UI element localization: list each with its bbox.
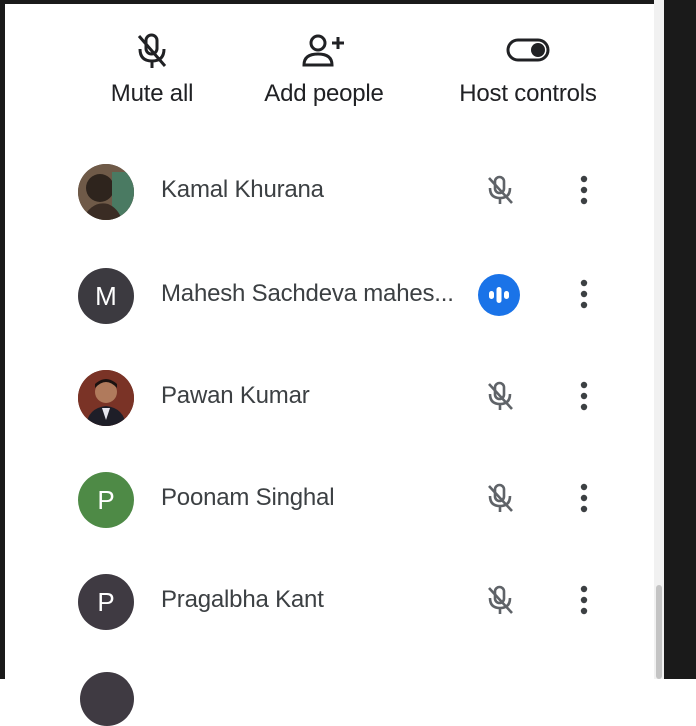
participant-name: Pragalbha Kant [161,586,324,613]
avatar [80,672,134,726]
avatar [78,164,134,220]
person-add-icon [252,22,396,80]
mic-off-icon [480,170,520,210]
avatar [78,370,134,426]
add-people-button[interactable]: Add people [252,22,396,108]
window-frame-right [664,0,696,679]
avatar-initial: P [97,484,115,515]
participant-name: Mahesh Sachdeva mahes... [161,280,454,307]
participant-row[interactable]: Pawan Kumar [0,348,654,448]
mic-off-icon [480,376,520,416]
avatar-initial: P [97,586,115,617]
participant-name: Pawan Kumar [161,382,310,409]
avatar: P [78,574,134,630]
people-actions-bar: Mute all Add people Host controls [0,0,654,140]
participant-row[interactable]: Kamal Khurana [0,142,654,242]
participant-name: Kamal Khurana [161,176,324,203]
more-options-icon[interactable] [568,478,600,518]
host-controls-button[interactable]: Host controls [446,22,610,108]
more-options-icon[interactable] [568,170,600,210]
avatar: P [78,472,134,528]
scrollbar-thumb[interactable] [656,585,662,679]
mute-all-button[interactable]: Mute all [96,22,208,108]
mute-all-label: Mute all [110,80,194,107]
more-options-icon[interactable] [568,274,600,314]
participant-row[interactable]: M Mahesh Sachdeva mahes... [0,246,654,346]
more-options-icon[interactable] [568,376,600,416]
mic-off-icon [480,478,520,518]
speaking-indicator-icon [477,273,521,317]
avatar-initial: M [95,280,117,311]
participant-row[interactable]: P Pragalbha Kant [0,552,654,652]
mic-off-icon [96,22,208,80]
participant-row[interactable]: P Poonam Singhal [0,450,654,550]
add-people-label: Add people [264,80,384,107]
host-controls-label: Host controls [459,80,597,107]
more-options-icon[interactable] [568,580,600,620]
avatar: M [78,268,134,324]
scrollbar-track[interactable] [654,0,664,679]
mic-off-icon [480,580,520,620]
toggle-icon [446,22,610,80]
participant-name: Poonam Singhal [161,484,335,511]
